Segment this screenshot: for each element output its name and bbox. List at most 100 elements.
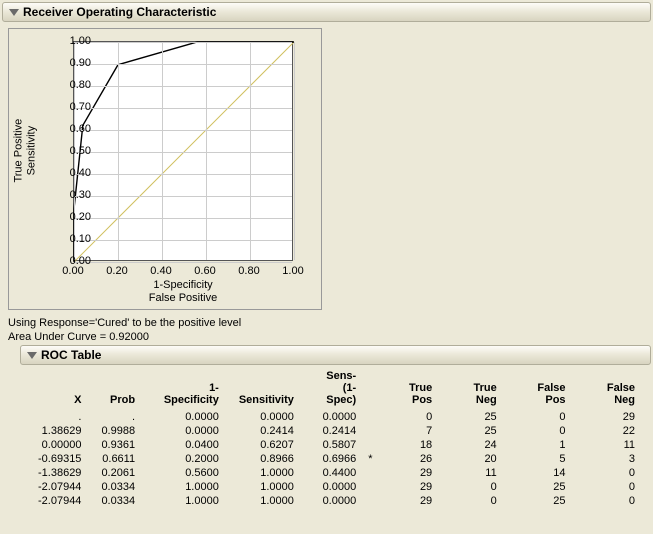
table-cell: 1.0000 <box>229 466 304 480</box>
table-cell: 0 <box>576 480 645 494</box>
table-cell: 0.0400 <box>145 438 229 452</box>
table-cell: 0.6207 <box>229 438 304 452</box>
y-tick-label: 0.50 <box>61 145 91 157</box>
table-cell: 0.0000 <box>304 480 366 494</box>
table-cell: . <box>91 410 145 424</box>
table-cell: 0 <box>576 466 645 480</box>
table-cell: 26 <box>378 452 442 466</box>
y-tick-label: 0.80 <box>61 79 91 91</box>
column-header: Sens- (1-Spec) <box>304 369 366 410</box>
grid-vertical <box>294 42 295 260</box>
table-cell <box>366 480 378 494</box>
x-tick-label: 0.40 <box>146 265 176 277</box>
table-cell: -2.07944 <box>28 494 91 508</box>
y-tick-label: 1.00 <box>61 35 91 47</box>
y-axis-label-wrap: True Positive Sensitivity <box>17 41 33 261</box>
table-cell: 22 <box>576 424 645 438</box>
section-header-roc[interactable]: Receiver Operating Characteristic <box>2 2 651 22</box>
y-tick-label: 0.60 <box>61 123 91 135</box>
roc-plot: True Positive Sensitivity 1-Specificity … <box>15 35 315 303</box>
y-tick-label: 0.40 <box>61 167 91 179</box>
table-row: -0.693150.66110.20000.89660.6966*262053 <box>28 452 645 466</box>
table-cell: 0.8966 <box>229 452 304 466</box>
table-cell: 0.9361 <box>91 438 145 452</box>
table-cell: 0.0000 <box>145 410 229 424</box>
grid-horizontal <box>74 240 292 241</box>
table-cell: 0.0334 <box>91 480 145 494</box>
roc-chart-frame: True Positive Sensitivity 1-Specificity … <box>8 28 322 310</box>
table-row: 0.000000.93610.04000.62070.58071824111 <box>28 438 645 452</box>
table-cell: 0.0000 <box>229 410 304 424</box>
table-cell: 0.0000 <box>145 424 229 438</box>
table-header-row: XProb1-SpecificitySensitivitySens- (1-Sp… <box>28 369 645 410</box>
grid-horizontal <box>74 218 292 219</box>
table-cell <box>366 438 378 452</box>
table-cell: 1.0000 <box>145 480 229 494</box>
grid-horizontal <box>74 262 292 263</box>
table-cell: 25 <box>507 494 576 508</box>
table-cell: 0.9988 <box>91 424 145 438</box>
table-cell: 0.2000 <box>145 452 229 466</box>
chevron-down-icon[interactable] <box>9 9 19 16</box>
y-tick-label: 0.20 <box>61 211 91 223</box>
auc-value: 0.92000 <box>109 331 149 343</box>
xlabel-bottom: False Positive <box>149 292 217 304</box>
table-cell: 0.5807 <box>304 438 366 452</box>
column-header: Prob <box>91 369 145 410</box>
table-cell: 0 <box>576 494 645 508</box>
table-cell: 0 <box>442 494 507 508</box>
grid-vertical <box>118 42 119 260</box>
x-tick-label: 0.60 <box>190 265 220 277</box>
table-cell: 25 <box>442 410 507 424</box>
table-cell: 29 <box>378 466 442 480</box>
section-header-roc-table[interactable]: ROC Table <box>20 345 651 365</box>
table-cell: 0.00000 <box>28 438 91 452</box>
table-cell: 1.0000 <box>229 494 304 508</box>
grid-horizontal <box>74 42 292 43</box>
table-cell: 0.2414 <box>304 424 366 438</box>
table-cell: 11 <box>442 466 507 480</box>
table-cell: -2.07944 <box>28 480 91 494</box>
table-row: -2.079440.03341.00001.00000.0000290250 <box>28 480 645 494</box>
table-cell: 0 <box>507 410 576 424</box>
y-tick-label: 0.90 <box>61 57 91 69</box>
table-cell: 5 <box>507 452 576 466</box>
xlabel-top: 1-Specificity <box>153 279 212 291</box>
auc-note: Area Under Curve = 0.92000 <box>8 331 645 343</box>
table-cell: 0.6611 <box>91 452 145 466</box>
x-tick-label: 1.00 <box>278 265 308 277</box>
table-cell: 1.0000 <box>229 480 304 494</box>
table-row: 1.386290.99880.00000.24140.2414725022 <box>28 424 645 438</box>
y-tick-label: 0.30 <box>61 189 91 201</box>
roc-table-title: ROC Table <box>41 348 101 362</box>
table-cell: 0 <box>442 480 507 494</box>
column-header: 1-Specificity <box>145 369 229 410</box>
grid-horizontal <box>74 64 292 65</box>
grid-horizontal <box>74 174 292 175</box>
table-cell: 24 <box>442 438 507 452</box>
table-cell: 0.2414 <box>229 424 304 438</box>
column-header: False Neg <box>576 369 645 410</box>
chevron-down-icon[interactable] <box>27 352 37 359</box>
table-cell: 0.0000 <box>304 410 366 424</box>
grid-horizontal <box>74 130 292 131</box>
table-cell <box>366 424 378 438</box>
table-cell: 0.2061 <box>91 466 145 480</box>
table-cell: * <box>366 452 378 466</box>
grid-horizontal <box>74 86 292 87</box>
response-note: Using Response='Cured' to be the positiv… <box>8 317 645 329</box>
y-tick-label: 0.00 <box>61 255 91 267</box>
table-cell: . <box>28 410 91 424</box>
grid-horizontal <box>74 152 292 153</box>
y-tick-label: 0.10 <box>61 233 91 245</box>
table-cell: 7 <box>378 424 442 438</box>
table-cell: 11 <box>576 438 645 452</box>
table-cell: 0.5600 <box>145 466 229 480</box>
column-header: True Pos <box>378 369 442 410</box>
plot-area <box>73 41 293 261</box>
table-cell: 0 <box>378 410 442 424</box>
table-cell: -0.69315 <box>28 452 91 466</box>
table-cell: 29 <box>378 480 442 494</box>
table-cell: 25 <box>507 480 576 494</box>
table-row: -2.079440.03341.00001.00000.0000290250 <box>28 494 645 508</box>
